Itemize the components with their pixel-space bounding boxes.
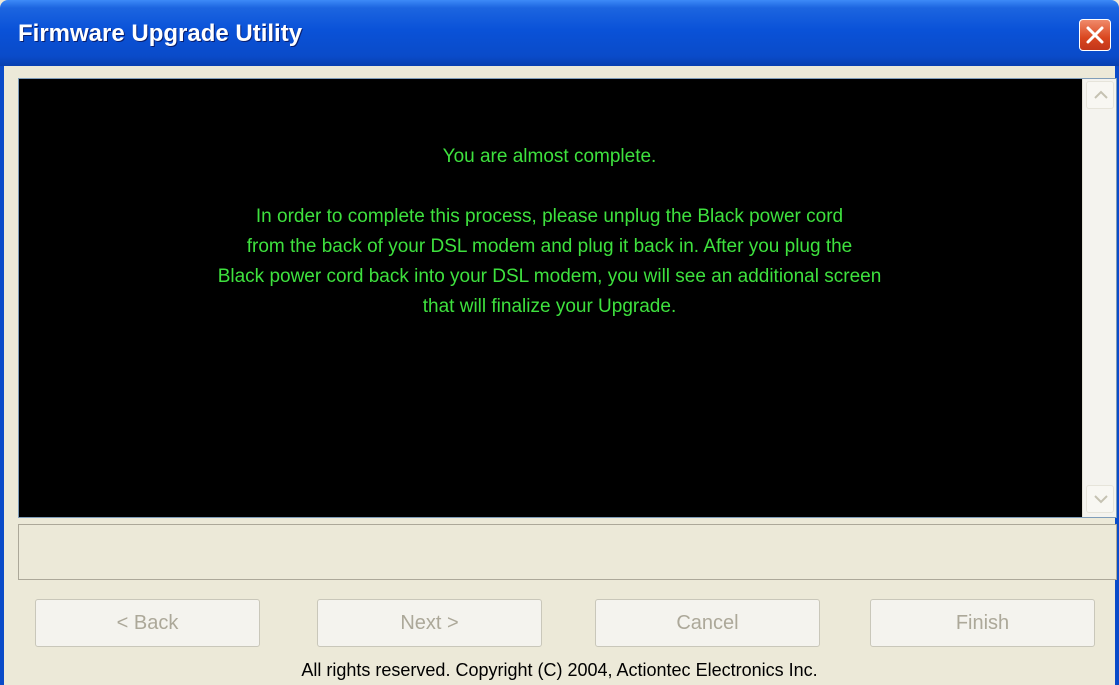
- window-title: Firmware Upgrade Utility: [18, 20, 303, 47]
- chevron-up-icon: [1094, 90, 1108, 99]
- message-text-area: You are almost complete. In order to com…: [19, 79, 1080, 517]
- message-line: In order to complete this process, pleas…: [255, 206, 844, 227]
- message-line: that will finalize your Upgrade.: [422, 296, 677, 317]
- title-bar[interactable]: Firmware Upgrade Utility: [0, 0, 1119, 66]
- message-heading: You are almost complete.: [442, 146, 657, 167]
- message-line: Black power cord back into your DSL mode…: [217, 266, 882, 287]
- message-line: from the back of your DSL modem and plug…: [246, 236, 853, 257]
- finish-button[interactable]: Finish: [870, 599, 1095, 647]
- close-button[interactable]: [1079, 19, 1111, 51]
- scroll-down-button[interactable]: [1086, 485, 1114, 513]
- scroll-up-button[interactable]: [1086, 81, 1114, 109]
- copyright-text: All rights reserved. Copyright (C) 2004,…: [301, 660, 818, 680]
- back-button[interactable]: < Back: [35, 599, 260, 647]
- chevron-down-icon: [1094, 495, 1108, 504]
- status-panel: [18, 524, 1117, 580]
- close-icon: [1086, 26, 1104, 44]
- vertical-scrollbar[interactable]: [1082, 79, 1116, 517]
- firmware-upgrade-window: Firmware Upgrade Utility You are almost …: [0, 0, 1119, 685]
- message-panel: You are almost complete. In order to com…: [18, 78, 1117, 518]
- window-frame-left: [0, 66, 4, 685]
- next-button[interactable]: Next >: [317, 599, 542, 647]
- cancel-button[interactable]: Cancel: [595, 599, 820, 647]
